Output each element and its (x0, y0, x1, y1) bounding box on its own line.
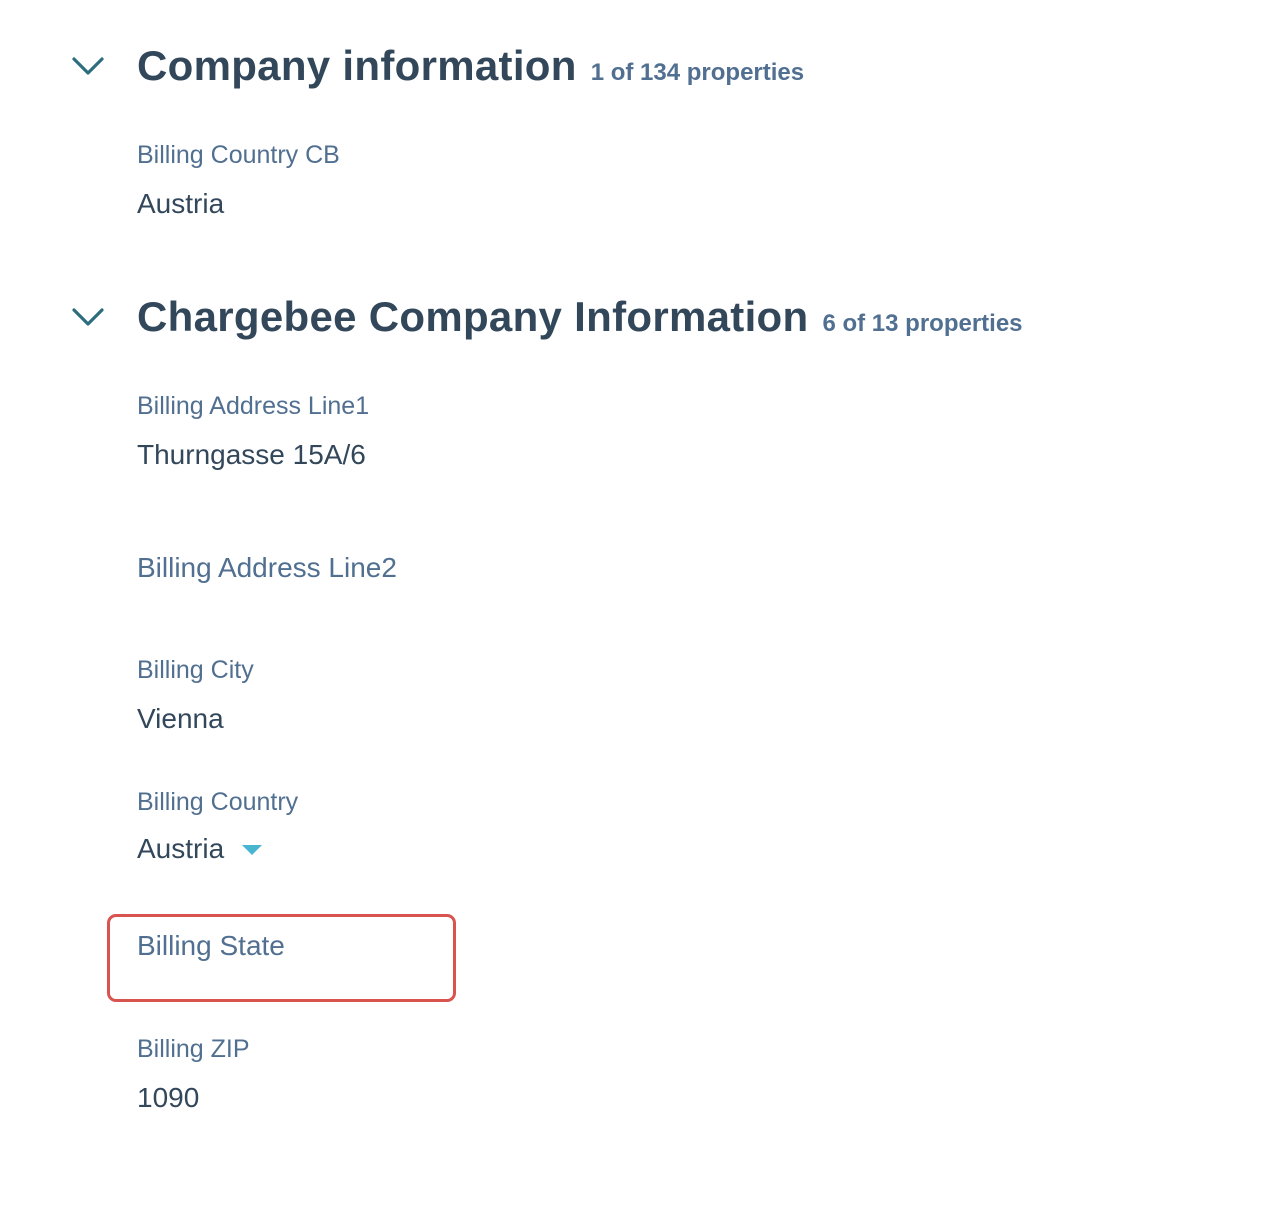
property-label: Billing State (137, 930, 285, 961)
caret-down-icon[interactable] (242, 845, 263, 855)
property-label: Billing Address Line2 (137, 552, 397, 583)
section-title[interactable]: Chargebee Company Information 6 of 13 pr… (137, 293, 1023, 341)
chevron-down-icon[interactable] (70, 55, 106, 79)
property-billing-address-line1[interactable]: Billing Address Line1 Thurngasse 15A/6 (137, 392, 369, 471)
property-label: Billing Country (137, 788, 299, 816)
property-label: Billing Country CB (137, 141, 340, 169)
property-value: Austria (137, 833, 225, 864)
property-value[interactable]: 1090 (137, 1082, 250, 1114)
property-billing-address-line2[interactable]: Billing Address Line2 (137, 552, 397, 584)
section-title-text: Company information (137, 42, 577, 89)
property-value[interactable]: Vienna (137, 703, 254, 735)
billing-country-dropdown[interactable]: Austria (137, 833, 298, 865)
section-title[interactable]: Company information 1 of 134 properties (137, 42, 804, 90)
property-value[interactable]: Thurngasse 15A/6 (137, 439, 369, 471)
property-label: Billing Address Line1 (137, 392, 370, 420)
section-title-text: Chargebee Company Information (137, 293, 809, 340)
property-billing-country[interactable]: Billing Country Austria (137, 788, 298, 865)
property-label: Billing City (137, 656, 254, 684)
property-count: 1 of 134 properties (590, 59, 805, 86)
property-value[interactable]: Austria (137, 188, 340, 220)
property-billing-state[interactable]: Billing State (137, 930, 285, 962)
property-label: Billing ZIP (137, 1035, 250, 1063)
property-count: 6 of 13 properties (822, 310, 1023, 337)
property-billing-city[interactable]: Billing City Vienna (137, 656, 254, 735)
property-billing-country-cb[interactable]: Billing Country CB Austria (137, 141, 340, 220)
property-billing-zip[interactable]: Billing ZIP 1090 (137, 1035, 250, 1114)
chevron-down-icon[interactable] (70, 306, 106, 330)
